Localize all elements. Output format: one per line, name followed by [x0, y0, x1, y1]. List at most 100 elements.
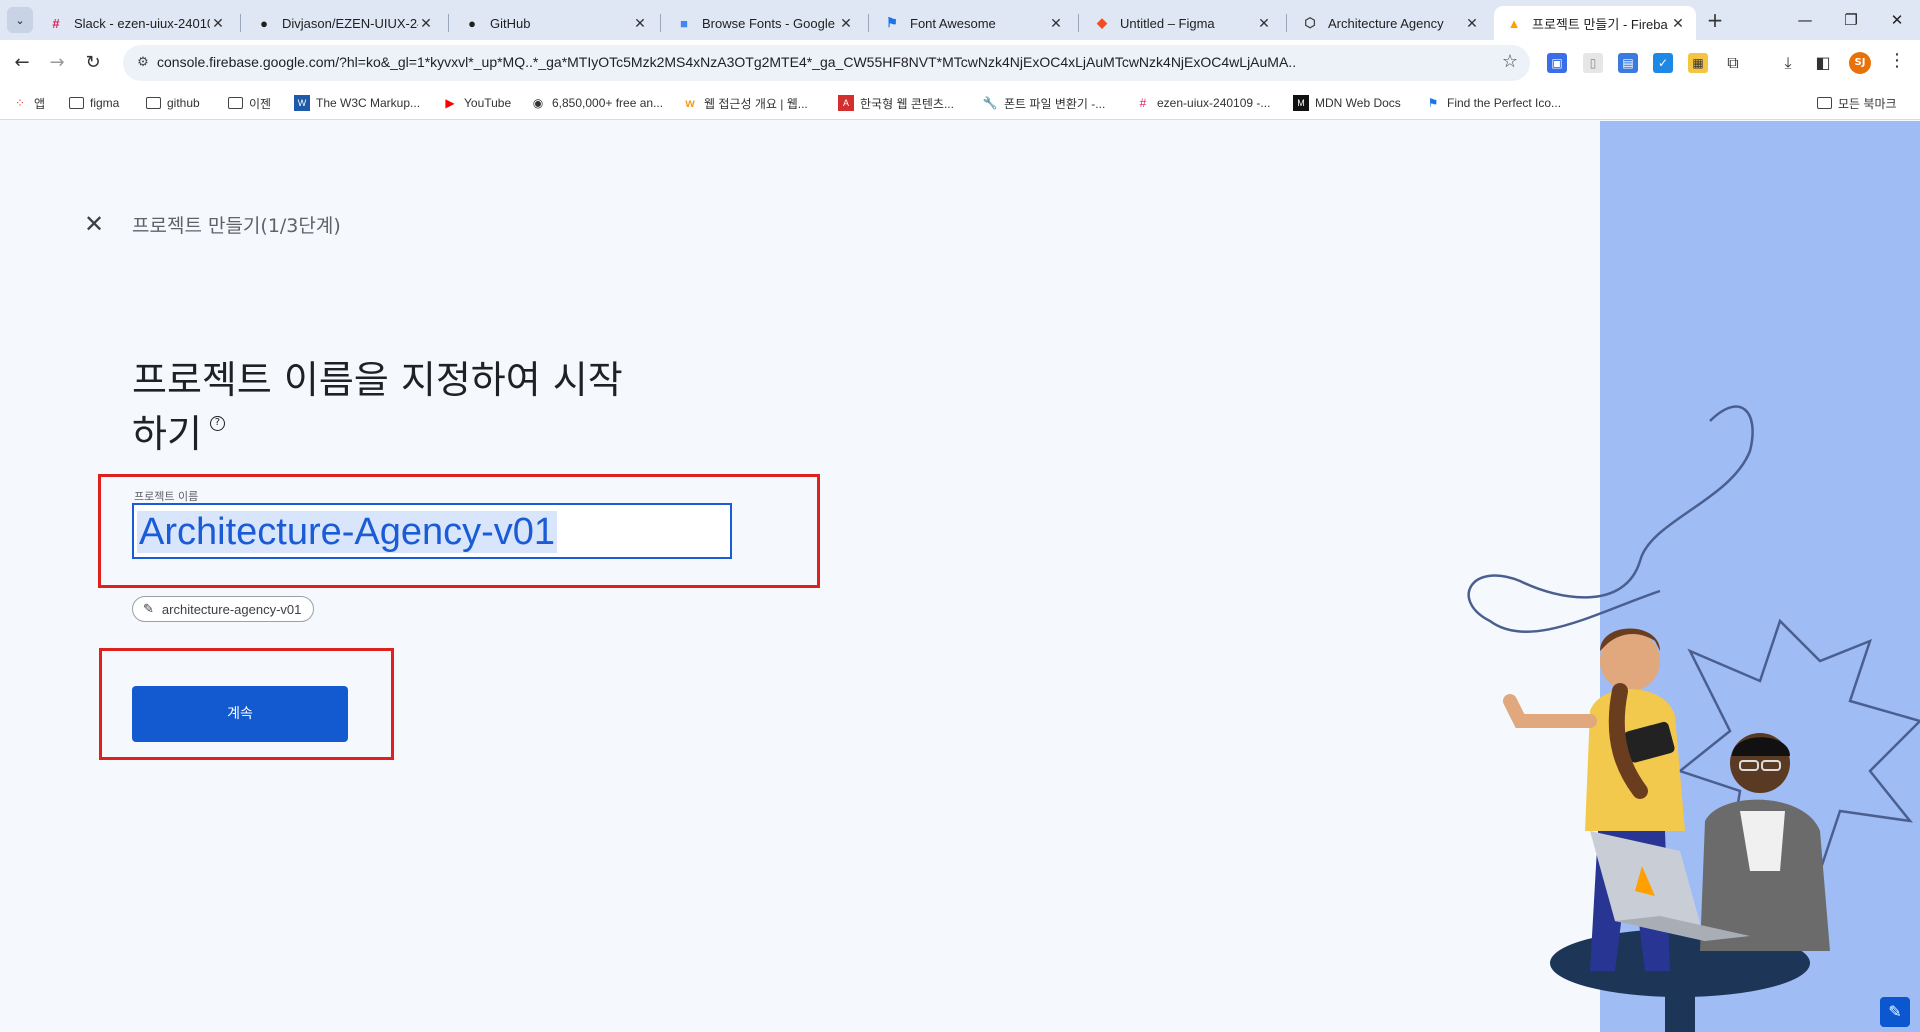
browser-toolbar: ← → ↻ ⚙ console.firebase.google.com/?hl=… [0, 40, 1920, 86]
bookmark-label: github [167, 96, 200, 110]
bookmark-label: 6,850,000+ free an... [552, 96, 664, 110]
extension-icon[interactable]: ▤ [1618, 53, 1638, 73]
bookmark-label: 웹 접근성 개요 | 웹... [704, 96, 808, 111]
reload-icon[interactable]: ↻ [79, 49, 107, 77]
back-arrow-icon[interactable]: ← [8, 49, 36, 77]
tab-github-repo[interactable]: ● Divjason/EZEN-UIUX-240 ✕ [244, 6, 444, 40]
bookmark-youtube[interactable]: ▶ YouTube [442, 92, 511, 114]
tab-divider [868, 14, 869, 32]
minimize-icon[interactable]: — [1782, 7, 1828, 33]
continue-button[interactable]: 계속 [132, 686, 348, 742]
tab-architecture-agency[interactable]: ⬡ Architecture Agency ✕ [1290, 6, 1490, 40]
bookmark-star-icon[interactable]: ☆ [1502, 51, 1518, 72]
extension-icon[interactable]: ▣ [1547, 53, 1567, 73]
tab-title: GitHub [490, 15, 531, 31]
tab-google-fonts[interactable]: ■ Browse Fonts - Google F ✕ [664, 6, 864, 40]
bookmark-label: 앱 [34, 96, 46, 111]
close-icon[interactable]: ✕ [84, 212, 106, 236]
tab-title: Font Awesome [910, 15, 996, 31]
tab-title: Untitled – Figma [1120, 15, 1215, 31]
bookmark-all-bookmarks[interactable]: 모든 북마크 [1816, 92, 1897, 114]
slack-icon: # [1139, 96, 1147, 110]
close-tab-icon[interactable]: ✕ [210, 15, 226, 32]
download-icon[interactable]: ⤓ [1778, 53, 1798, 73]
close-tab-icon[interactable]: ✕ [1048, 15, 1064, 32]
bookmark-folder-figma[interactable]: figma [68, 92, 119, 114]
edit-pencil-icon: ✎ [143, 601, 154, 616]
bookmark-folder-ezen[interactable]: 이젠 [227, 92, 271, 114]
close-window-icon[interactable]: ✕ [1874, 7, 1920, 33]
bookmark-folder-github[interactable]: github [145, 92, 200, 114]
project-name-label: 프로젝트 이름 [134, 490, 199, 503]
figma-icon: ◆ [1097, 15, 1107, 30]
tab-figma[interactable]: ◆ Untitled – Figma ✕ [1082, 6, 1282, 40]
bookmark-web-accessibility[interactable]: w 웹 접근성 개요 | 웹... [682, 92, 808, 114]
apps-grid-icon: ⁘ [14, 96, 26, 110]
tab-font-awesome[interactable]: ⚑ Font Awesome ✕ [872, 6, 1074, 40]
pdf-icon: A [838, 95, 854, 111]
close-tab-icon[interactable]: ✕ [418, 15, 434, 32]
page-title-text: 프로젝트 이름을 지정하여 시작하기 [132, 358, 623, 456]
help-icon[interactable]: ? [209, 416, 225, 431]
folder-icon [1816, 95, 1832, 111]
bookmark-apps[interactable]: ⁘ 앱 [12, 92, 45, 114]
extension-icon[interactable]: ✓ [1653, 53, 1673, 73]
bookmark-label: figma [90, 96, 120, 110]
folder-icon [227, 95, 243, 111]
close-tab-icon[interactable]: ✕ [838, 15, 854, 32]
bookmark-kwcag-pdf[interactable]: A 한국형 웹 콘텐츠... [838, 92, 954, 114]
w3c-icon: W [294, 95, 310, 111]
more-menu-icon[interactable]: ⋮ [1888, 50, 1906, 71]
project-id-text: architecture-agency-v01 [161, 601, 302, 617]
close-tab-icon[interactable]: ✕ [1670, 15, 1686, 32]
flag-icon: ⚑ [1427, 96, 1439, 110]
youtube-icon: ▶ [445, 96, 455, 110]
bookmark-free-icons[interactable]: ◉ 6,850,000+ free an... [530, 92, 663, 114]
bookmark-label: ezen-uiux-240109 -... [1157, 96, 1271, 110]
extension-icon[interactable]: ▦ [1688, 53, 1708, 73]
tab-search-chevron-icon[interactable]: ⌄ [7, 7, 33, 33]
firebase-icon: ▲ [1507, 15, 1521, 31]
tab-title: Architecture Agency [1328, 15, 1444, 31]
tab-title: Slack - ezen-uiux-240109 [74, 15, 210, 31]
google-fonts-icon: ■ [680, 15, 688, 31]
tab-strip: ⌄ # Slack - ezen-uiux-240109 ✕ ● Divjaso… [0, 0, 1920, 40]
tab-firebase-active[interactable]: ▲ 프로젝트 만들기 - Fireba ✕ [1494, 6, 1696, 40]
bookmark-label: 모든 북마크 [1838, 96, 1897, 111]
bookmark-label: Find the Perfect Ico... [1447, 96, 1562, 110]
site-info-icon[interactable]: ⚙ [134, 54, 152, 72]
new-tab-plus-icon[interactable]: + [1702, 8, 1728, 34]
firebase-create-project-page: ✕ 프로젝트 만들기(1/3단계) 프로젝트 이름을 지정하여 시작하기? 프로… [0, 121, 1920, 1032]
restore-icon[interactable]: ❐ [1828, 7, 1874, 33]
bookmark-mdn[interactable]: M MDN Web Docs [1293, 92, 1401, 114]
tab-slack[interactable]: # Slack - ezen-uiux-240109 ✕ [36, 6, 236, 40]
close-tab-icon[interactable]: ✕ [632, 15, 648, 32]
project-id-chip[interactable]: ✎ architecture-agency-v01 [132, 596, 315, 622]
forward-arrow-icon[interactable]: → [43, 49, 71, 77]
bookmark-w3c[interactable]: W The W3C Markup... [294, 92, 420, 114]
close-tab-icon[interactable]: ✕ [1464, 15, 1480, 32]
page-title: 프로젝트 이름을 지정하여 시작하기? [132, 353, 652, 461]
puzzle-extensions-icon[interactable]: ⧉ [1723, 53, 1743, 73]
folder-icon [68, 95, 84, 111]
pen-tool-icon[interactable]: ✎ [1880, 997, 1910, 1027]
project-name-input[interactable]: Architecture-Agency-v01 [132, 503, 732, 559]
folder-icon [145, 95, 161, 111]
wrench-icon: 🔧 [982, 96, 998, 110]
address-bar[interactable]: ⚙ console.firebase.google.com/?hl=ko&_gl… [123, 45, 1530, 81]
mdn-icon: M [1293, 95, 1309, 111]
profile-avatar[interactable]: SJ [1849, 52, 1871, 74]
close-tab-icon[interactable]: ✕ [1256, 15, 1272, 32]
bookmark-slack[interactable]: # ezen-uiux-240109 -... [1135, 92, 1271, 114]
project-name-value[interactable]: Architecture-Agency-v01 [137, 511, 558, 553]
tab-title: Browse Fonts - Google F [702, 15, 838, 31]
tab-divider [660, 14, 661, 32]
bookmark-font-converter[interactable]: 🔧 폰트 파일 변환기 -... [982, 92, 1106, 114]
tab-github[interactable]: ● GitHub ✕ [452, 6, 658, 40]
url-text[interactable]: console.firebase.google.com/?hl=ko&_gl=1… [157, 54, 1397, 70]
bookmark-find-icon[interactable]: ⚑ Find the Perfect Ico... [1425, 92, 1561, 114]
extension-icon[interactable]: ▯ [1583, 53, 1603, 73]
side-panel-icon[interactable]: ◧ [1813, 53, 1833, 73]
bookmark-label: YouTube [464, 96, 512, 110]
eye-icon: ◉ [532, 96, 544, 110]
